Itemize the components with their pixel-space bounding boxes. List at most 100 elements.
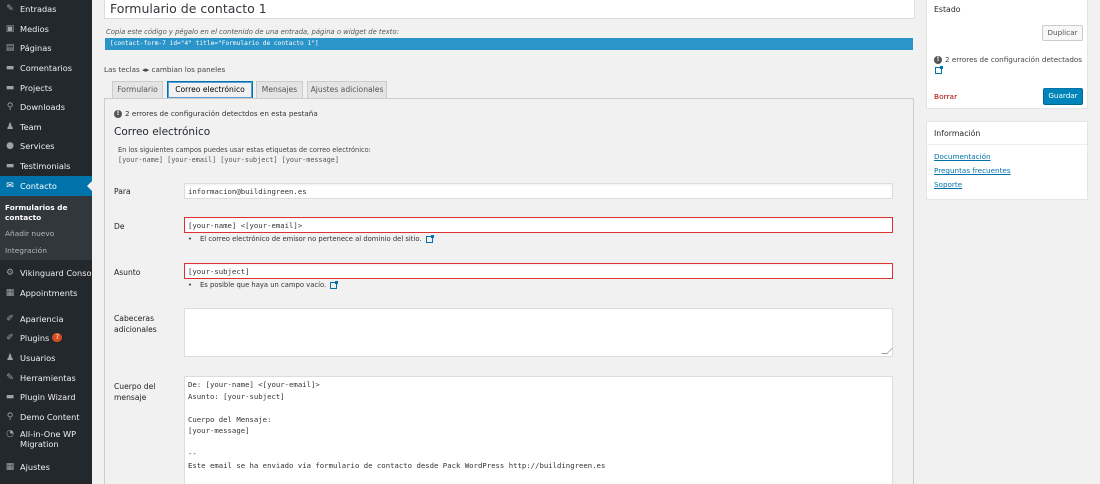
sidebar-item-plugins[interactable]: ✐ Plugins 7 [0, 328, 92, 347]
config-error-notice: ! 2 errores de configuración detectados [934, 55, 1086, 74]
calendar-icon: ▦ [5, 287, 15, 298]
gear-icon: ⚙ [5, 267, 15, 278]
sidebar-item-label: Plugins [20, 332, 50, 343]
sidebar-item-label: Appointments [20, 287, 78, 298]
asunto-note-text: Es posible que haya un campo vacío. [200, 281, 327, 289]
de-input[interactable]: [your-name] <[your-email]> [184, 217, 893, 233]
settings-icon: ▦ [5, 461, 15, 472]
de-label: De [114, 222, 125, 231]
form-title-input[interactable]: Formulario de contacto 1 [104, 0, 915, 19]
sidebar-item-label: Team [20, 121, 42, 132]
sidebar-item-label: Contacto [20, 181, 57, 191]
sidebar-item-label: Ajustes [20, 461, 50, 472]
cabeceras-textarea[interactable] [184, 308, 893, 357]
pin-icon: ✎ [6, 3, 14, 14]
team-icon: ♟ [5, 121, 15, 132]
update-count-badge: 7 [52, 333, 63, 342]
info-box: Información Documentación Preguntas frec… [926, 121, 1088, 200]
sidebar-item-services[interactable]: ● Services [0, 136, 92, 155]
link-documentacion[interactable]: Documentación [934, 152, 991, 161]
users-icon: ♟ [5, 352, 15, 363]
sidebar-item-plugin-wizard[interactable]: ▬ Plugin Wizard [0, 387, 92, 406]
sidebar-item-label: Projects [20, 82, 53, 93]
sidebar-item-all-in-one-migration[interactable]: ◔ All-in-One WP Migration [0, 429, 92, 451]
shortcode-field[interactable]: [contact-form-7 id="4" title="Formulario… [105, 38, 913, 50]
sidebar-item-demo-content[interactable]: ⚲ Demo Content [0, 407, 92, 426]
services-icon: ● [6, 140, 14, 151]
migration-icon: ◔ [6, 429, 14, 439]
cuerpo-label: Cuerpo del mensaje [114, 382, 156, 402]
sidebar-item-usuarios[interactable]: ♟ Usuarios [0, 348, 92, 367]
comments-icon: ▬ [5, 62, 15, 73]
duplicate-button[interactable]: Duplicar [1042, 25, 1083, 41]
demo-icon: ⚲ [6, 411, 14, 422]
sidebar-item-medios[interactable]: ▣ Medios [0, 19, 92, 38]
status-box-title: Estado [934, 5, 961, 14]
para-input[interactable]: informacion@buildingreen.es [184, 183, 893, 199]
tools-icon: ✎ [6, 372, 14, 383]
panel-heading: Correo electrónico [114, 126, 211, 138]
external-link-icon[interactable] [330, 280, 339, 289]
config-error-text: 2 errores de configuración detectados [945, 55, 1083, 64]
sidebar-item-label: Comentarios [20, 62, 73, 73]
media-icon: ▣ [5, 23, 15, 34]
wizard-icon: ▬ [5, 391, 15, 402]
mail-tags: [your-name] [your-email] [your-subject] … [118, 156, 339, 164]
panel-error-notice: ! 2 errores de configuración detectdos en… [114, 109, 318, 118]
sidebar-item-entradas[interactable]: ✎ Entradas [0, 0, 92, 18]
sidebar-item-label: Testimonials [20, 160, 71, 171]
asunto-label: Asunto [114, 268, 141, 277]
sidebar-item-downloads[interactable]: ⚲ Downloads [0, 97, 92, 116]
pages-icon: ▤ [5, 42, 15, 53]
sidebar-item-herramientas[interactable]: ✎ Herramientas [0, 368, 92, 387]
brush-icon: ✐ [6, 313, 14, 324]
sidebar-item-label: Apariencia [20, 313, 64, 324]
asunto-input[interactable]: [your-subject] [184, 263, 893, 279]
sidebar-item-testimonials[interactable]: ▬ Testimonials [0, 156, 92, 175]
tab-formulario[interactable]: Formulario [112, 81, 163, 99]
sidebar-item-vikinguard-console[interactable]: ⚙ Vikinguard Console [0, 263, 99, 282]
tab-correo-electronico[interactable]: Correo electrónico [167, 81, 253, 99]
de-note-text: El correo electrónico de emisor no perte… [200, 235, 422, 243]
shortcode-hint: Copia este código y pégalo en el conteni… [106, 28, 399, 36]
delete-link[interactable]: Borrar [934, 92, 957, 101]
para-label: Para [114, 187, 131, 196]
error-icon: ! [114, 110, 122, 118]
link-preguntas-frecuentes[interactable]: Preguntas frecuentes [934, 166, 1011, 175]
sidebar-item-projects[interactable]: ▬ Projects [0, 78, 92, 97]
sidebar-item-label: Herramientas [20, 372, 76, 383]
de-validation-note: • El correo electrónico de emisor no pert… [188, 234, 434, 243]
sidebar-item-label: Páginas [20, 42, 52, 53]
sidebar-item-label: Entradas [20, 3, 57, 14]
mail-icon: ✉ [6, 181, 14, 191]
external-link-icon[interactable] [425, 234, 434, 243]
info-box-title: Información [934, 129, 981, 138]
panel-error-text: 2 errores de configuración detectdos en … [125, 109, 318, 118]
link-soporte[interactable]: Soporte [934, 180, 962, 189]
external-link-icon[interactable] [935, 66, 943, 74]
contacto-submenu: Formularios de contacto Añadir nuevo Int… [0, 196, 92, 260]
asunto-validation-note: • Es posible que haya un campo vacío. [188, 280, 339, 289]
submenu-item-formularios[interactable]: Formularios de contacto [5, 203, 85, 223]
downloads-icon: ⚲ [6, 101, 14, 112]
submenu-item-anadir-nuevo[interactable]: Añadir nuevo [5, 229, 54, 239]
sidebar-item-team[interactable]: ♟ Team [0, 117, 92, 136]
sidebar-item-paginas[interactable]: ▤ Páginas [0, 38, 92, 57]
sidebar-item-ajustes[interactable]: ▦ Ajustes [0, 457, 92, 476]
sidebar-item-label: Vikinguard Console [20, 267, 99, 278]
cuerpo-textarea[interactable]: De: [your-name] <[your-email]> Asunto: [… [184, 376, 893, 484]
submenu-item-integracion[interactable]: Integración [5, 246, 47, 256]
sidebar-item-label: Downloads [20, 101, 65, 112]
tab-ajustes-adicionales[interactable]: Ajustes adicionales [307, 81, 387, 99]
sidebar-item-label: Demo Content [20, 411, 80, 422]
sidebar-item-appointments[interactable]: ▦ Appointments [0, 283, 92, 302]
sidebar-item-apariencia[interactable]: ✐ Apariencia [0, 309, 92, 328]
tab-mensajes[interactable]: Mensajes [256, 81, 303, 99]
sidebar-item-label: Usuarios [20, 352, 56, 363]
save-button[interactable]: Guardar [1043, 88, 1083, 105]
error-icon: ! [934, 56, 942, 64]
projects-icon: ▬ [5, 82, 15, 93]
sidebar-item-comentarios[interactable]: ▬ Comentarios [0, 58, 92, 77]
sidebar-item-contacto[interactable]: ✉ Contacto [0, 176, 92, 196]
admin-sidebar: ✎ Entradas ▣ Medios ▤ Páginas ▬ Comentarios … [0, 0, 99, 484]
